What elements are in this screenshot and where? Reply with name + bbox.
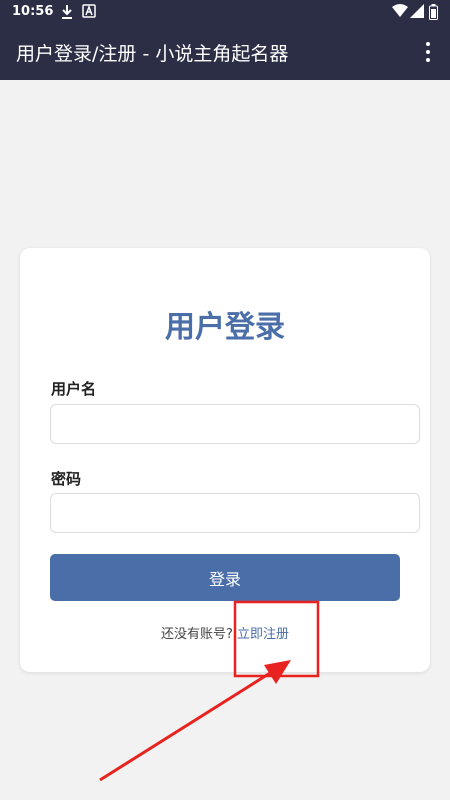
login-card: 用户登录 用户名 密码 登录 还没有账号? 立即注册 (20, 248, 430, 672)
signal-icon (410, 4, 424, 22)
password-input[interactable] (50, 493, 420, 533)
login-title: 用户登录 (165, 310, 285, 345)
status-bar: 10:56 (0, 0, 450, 24)
app-notification-icon (82, 4, 96, 22)
register-link[interactable]: 立即注册 (237, 627, 289, 642)
annotation-arrow-line (99, 666, 279, 782)
username-input[interactable] (50, 404, 420, 444)
password-label: 密码 (51, 470, 82, 488)
register-prompt-text: 还没有账号? (160, 627, 233, 642)
status-time: 10:56 (12, 4, 54, 19)
wifi-icon (392, 4, 408, 22)
download-icon (60, 4, 74, 24)
app-bar: 用户登录/注册 - 小说主角起名器 (0, 24, 450, 80)
more-vert-icon[interactable] (418, 38, 438, 66)
username-label: 用户名 (51, 380, 97, 398)
register-prompt: 还没有账号? 立即注册 (20, 623, 430, 642)
battery-icon (429, 4, 438, 24)
login-button[interactable]: 登录 (50, 554, 400, 601)
app-title: 用户登录/注册 - 小说主角起名器 (16, 43, 289, 65)
